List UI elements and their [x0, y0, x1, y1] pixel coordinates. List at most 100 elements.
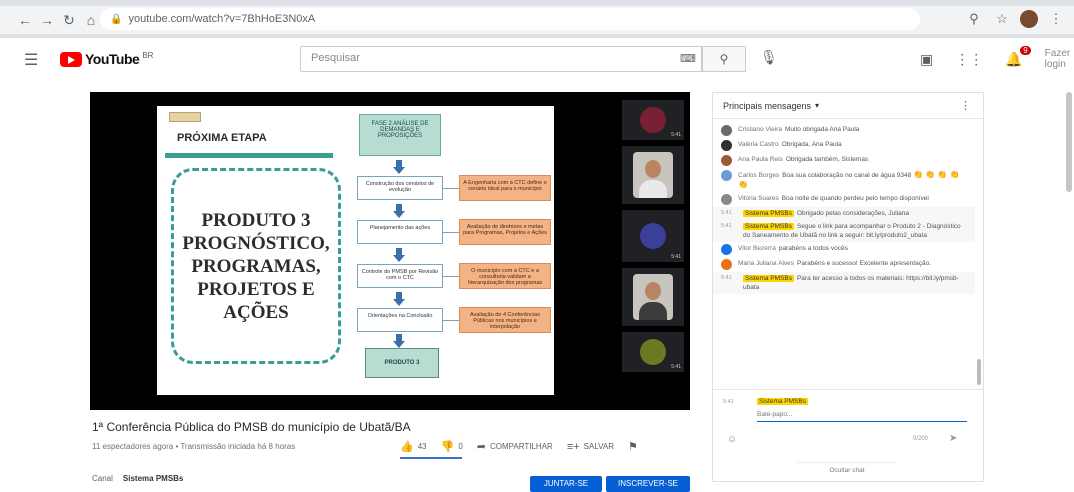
report-button[interactable]: ⚑ — [628, 440, 638, 453]
participant-time: 5:41 — [671, 364, 681, 370]
chat-mode-label: Principais mensagens — [723, 100, 812, 111]
keyboard-icon[interactable]: ⌨ — [680, 52, 696, 65]
dislike-button[interactable]: 👎 0 — [441, 440, 463, 453]
send-icon[interactable]: ➤ — [949, 433, 957, 444]
chat-scrollbar[interactable] — [977, 359, 981, 385]
chat-message: Cristiano Vieira Muito obrigada Ana Paula — [713, 123, 975, 138]
participant-time: 5:41 — [671, 132, 681, 138]
video-meta: 11 espectadores agora • Transmissão inic… — [92, 442, 296, 451]
chat-input[interactable] — [757, 408, 967, 422]
bookmark-star-icon[interactable]: ☆ — [992, 9, 1012, 29]
channel-prefix: Canal — [92, 474, 113, 483]
flow-connector — [443, 188, 459, 189]
composer-time: 5:41 — [723, 399, 734, 405]
browser-menu-icon[interactable]: ⋮ — [1046, 9, 1066, 29]
chat-text: Parabéns e sucesso! Excelente apresentaç… — [797, 260, 932, 267]
product-line: PRODUTO 3 — [201, 209, 311, 231]
chat-message-list[interactable]: Cristiano Vieira Muito obrigada Ana Paula… — [713, 123, 975, 419]
like-button[interactable]: 👍 43 — [400, 440, 427, 453]
chat-author: Carlos Borges — [738, 172, 780, 179]
chat-text: parabéns a todos vocês — [778, 245, 848, 252]
logo-text: YouTube — [85, 51, 140, 67]
participant-tile[interactable] — [622, 146, 684, 204]
profile-avatar[interactable] — [1020, 10, 1038, 28]
chevron-down-icon: ▾ — [815, 101, 820, 110]
chat-text: Muito obrigada Ana Paula — [784, 126, 860, 133]
participant-tile[interactable]: 5:41 — [622, 100, 684, 140]
chat-message: Ana Paula Reis Obrigada também, Sistemas — [713, 153, 975, 168]
microphone-icon[interactable]: 🎙 — [760, 49, 778, 66]
share-button[interactable]: ➦ COMPARTILHAR — [477, 440, 553, 453]
product-line: PROJETOS E — [197, 278, 315, 300]
chat-time: 5:41 — [721, 210, 732, 216]
final-document: PRODUTO 3 — [365, 348, 439, 378]
flow-connector — [443, 232, 459, 233]
flag-icon: ⚑ — [628, 441, 638, 453]
signin-link[interactable]: Fazer login — [1045, 48, 1074, 70]
flow-step: Controle do PMSB por Revisão com o CTC — [357, 264, 443, 288]
zoom-icon[interactable]: ⚲ — [964, 9, 984, 29]
apps-grid-icon[interactable]: ⋮⋮ — [955, 51, 983, 68]
more-options-icon[interactable]: ⋮ — [960, 99, 971, 112]
like-count: 43 — [417, 442, 427, 451]
search-button[interactable]: ⚲ — [702, 46, 746, 72]
notifications-bell-icon[interactable]: 🔔 9 — [1005, 45, 1031, 68]
dislike-count: 0 — [458, 442, 463, 451]
flow-arrow-icon — [393, 160, 405, 174]
chat-message: Maria Juliana Alves Parabéns e sucesso! E… — [713, 257, 975, 272]
avatar — [721, 155, 732, 166]
avatar — [721, 259, 732, 270]
flow-step: Construção dos cenários de evolução — [357, 176, 443, 200]
participant-tile[interactable]: 5:41 — [622, 332, 684, 372]
video-player[interactable]: PRÓXIMA ETAPA PRODUTO 3 PROGNÓSTICO, PRO… — [90, 92, 690, 410]
chat-time: 5:41 — [721, 275, 732, 281]
flow-note: Avaliação de diretrizes e metas para Pro… — [459, 219, 551, 245]
hide-chat-button[interactable]: Ocultar chat — [797, 462, 897, 474]
channel-name[interactable]: Sistema PMSBs — [123, 474, 183, 483]
create-video-icon[interactable]: ▣ — [920, 51, 933, 68]
youtube-play-logo-icon — [60, 51, 82, 67]
back-icon[interactable]: ← — [14, 9, 36, 31]
flow-step: Orientações na Conclusão — [357, 308, 443, 332]
flow-arrow-icon — [393, 204, 405, 218]
forward-icon[interactable]: → — [36, 9, 58, 31]
chat-text: Obrigada, Ana Paula — [781, 141, 842, 148]
participant-tile[interactable]: 5:41 — [622, 210, 684, 262]
search-icon: ⚲ — [719, 52, 729, 66]
flow-arrow-icon — [393, 248, 405, 262]
chat-author: Sistema PMSBs — [743, 223, 794, 230]
participant-tile[interactable] — [622, 268, 684, 326]
live-chat-panel: Principais mensagens ▾ ⋮ Cristiano Vieir… — [712, 92, 984, 482]
save-button[interactable]: ≡+ SALVAR — [567, 441, 614, 453]
chat-message: 5:41 Sistema PMSBs Para ter acesso a todo… — [713, 272, 975, 294]
url-field[interactable]: 🔒 youtube.com/watch?v=7BhHoE3N0xA — [100, 8, 920, 30]
emoji-picker-icon[interactable]: ☺ — [727, 434, 737, 445]
chat-author: Sistema PMSBs — [743, 275, 794, 282]
chat-author: Cristiano Vieira — [738, 126, 782, 133]
browser-chrome: ← → ↻ ⌂ 🔒 youtube.com/watch?v=7BhHoE3N0x… — [0, 0, 1074, 38]
chat-text: Boa noite de quando perdeu pelo tempo di… — [781, 195, 929, 202]
slide-heading: PRÓXIMA ETAPA — [177, 132, 267, 144]
chat-author: Maria Juliana Alves — [738, 260, 794, 267]
lock-icon: 🔒 — [110, 13, 123, 25]
home-icon[interactable]: ⌂ — [80, 9, 102, 31]
char-counter: 0/200 — [913, 436, 929, 442]
search-input[interactable]: Pesquisar — [300, 46, 702, 72]
participant-avatar — [640, 223, 666, 249]
youtube-logo[interactable]: YouTube BR — [60, 51, 153, 67]
participant-video — [633, 152, 673, 198]
chat-text: Obrigado pelas considerações, Juliana — [796, 210, 909, 217]
flow-note: O município com a CTC e a consultoria va… — [459, 263, 551, 289]
slide-heading-underline — [165, 153, 333, 158]
chat-author: Ana Paula Reis — [738, 156, 783, 163]
chat-message: Carlos Borges Boa sua colaboração no cana… — [713, 168, 975, 192]
flow-note: A Engenharia com a CTC define o cenário … — [459, 175, 551, 201]
chat-author: Vitória Soares — [738, 195, 779, 202]
page-scrollbar[interactable] — [1066, 92, 1072, 192]
product-line: PROGNÓSTICO, — [182, 232, 330, 254]
flow-note: Avaliação de 4 Conferências Públicas nos… — [459, 307, 551, 333]
flow-arrow-icon — [393, 334, 405, 348]
hamburger-menu-icon[interactable]: ☰ — [24, 50, 38, 70]
chat-header[interactable]: Principais mensagens ▾ ⋮ — [713, 93, 983, 119]
reload-icon[interactable]: ↻ — [58, 9, 80, 31]
